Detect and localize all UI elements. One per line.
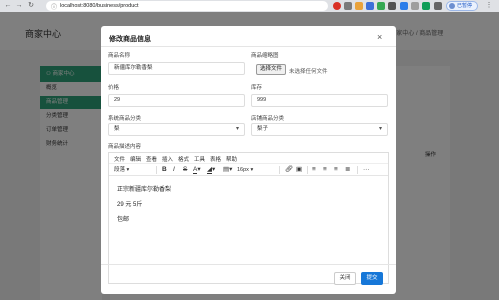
menu-help[interactable]: 帮助 <box>226 155 237 163</box>
stock-label: 库存 <box>251 85 263 91</box>
submit-button[interactable]: 提交 <box>361 272 383 285</box>
system-category-label: 系统商品分类 <box>108 116 142 122</box>
shop-category-label: 店铺商品分类 <box>251 116 285 122</box>
menu-insert[interactable]: 插入 <box>162 155 173 163</box>
toolbar-divider <box>279 166 280 174</box>
align-center-icon[interactable]: ≡ <box>323 166 327 174</box>
extension-icon[interactable] <box>400 2 408 10</box>
menu-file[interactable]: 文件 <box>114 155 125 163</box>
editor-line[interactable]: 正宗新疆库尔勒香梨 <box>117 184 171 193</box>
align-left-icon[interactable]: ≡ <box>312 166 316 174</box>
editor-toolbar: 段落 ▾ B I S A▾ ◢▾ ▤▾ 16px ▾ 🔗︎ ▣ ≡ ≡ ≡ ≣ … <box>109 163 388 176</box>
close-icon[interactable]: × <box>377 32 382 42</box>
profile-button[interactable]: 已暂停 <box>446 1 478 11</box>
browser-toolbar: ← → ↻ ⓘ localhost:8080/business/product … <box>0 0 499 12</box>
bold-icon[interactable]: B <box>162 166 167 174</box>
align-justify-icon[interactable]: ≣ <box>345 166 350 174</box>
forward-arrow-icon[interactable]: → <box>15 2 23 10</box>
divider <box>101 264 396 265</box>
editor-line[interactable]: 29 元 5斤 <box>117 199 142 208</box>
highlight-color-icon[interactable]: ◢▾ <box>207 166 215 174</box>
thumbnail-label: 商品缩略图 <box>251 53 279 59</box>
block-format-select[interactable]: 段落 ▾ <box>114 166 129 174</box>
info-icon: ⓘ <box>51 5 58 11</box>
thumbnail-file-input[interactable]: 选择文件 未选择任何文件 <box>256 64 386 75</box>
product-name-input[interactable]: 新疆库尔勒香梨 <box>108 62 245 75</box>
system-category-select[interactable]: 梨 <box>108 123 245 136</box>
menu-view[interactable]: 查看 <box>146 155 157 163</box>
menu-dots-icon[interactable]: ⋮ <box>485 2 493 10</box>
choose-file-button[interactable]: 选择文件 <box>256 64 287 75</box>
menu-format[interactable]: 格式 <box>178 155 189 163</box>
link-icon[interactable]: 🔗︎ <box>285 166 293 174</box>
extension-icon[interactable] <box>366 2 374 10</box>
edit-product-dialog: 修改商品信息 × 商品名称 新疆库尔勒香梨 商品缩略图 选择文件 未选择任何文件… <box>101 26 396 294</box>
close-button[interactable]: 关闭 <box>334 272 356 285</box>
reload-icon[interactable]: ↻ <box>27 2 35 10</box>
align-right-icon[interactable]: ≡ <box>334 166 338 174</box>
extension-icon[interactable] <box>355 2 363 10</box>
toolbar-divider <box>156 166 157 174</box>
toolbar-divider <box>357 166 358 174</box>
extension-icon[interactable] <box>411 2 419 10</box>
font-size-value: 16px <box>237 167 249 173</box>
extension-icon[interactable] <box>344 2 352 10</box>
file-status: 未选择任何文件 <box>289 69 328 75</box>
puzzle-icon[interactable] <box>434 2 442 10</box>
extension-icon[interactable] <box>422 2 430 10</box>
product-name-label: 商品名称 <box>108 53 131 59</box>
address-bar[interactable]: ⓘ localhost:8080/business/product <box>46 1 328 11</box>
back-arrow-icon[interactable]: ← <box>4 2 12 10</box>
menu-tools[interactable]: 工具 <box>194 155 205 163</box>
strikethrough-icon[interactable]: S <box>183 166 187 174</box>
toolbar-divider <box>307 166 308 174</box>
italic-icon[interactable]: I <box>173 166 175 174</box>
divider <box>101 46 396 47</box>
price-input[interactable]: 29 <box>108 94 245 107</box>
image-icon[interactable]: ▣ <box>296 166 302 174</box>
description-label: 商品描述内容 <box>108 144 142 150</box>
shop-category-select[interactable]: 梨子 <box>251 123 388 136</box>
font-size-select[interactable]: 16px ▾ <box>237 166 253 174</box>
editor-line[interactable]: 包邮 <box>117 214 129 223</box>
url-text: localhost:8080/business/product <box>60 3 139 9</box>
editor-menubar: 文件 编辑 查看 插入 格式 工具 表格 帮助 <box>109 153 388 163</box>
extension-icon[interactable] <box>388 2 396 10</box>
menu-table[interactable]: 表格 <box>210 155 221 163</box>
price-label: 价格 <box>108 85 120 91</box>
extension-icon[interactable] <box>333 2 341 10</box>
font-family-icon[interactable]: ▤▾ <box>223 166 232 174</box>
block-format-value: 段落 <box>114 167 126 173</box>
more-icon[interactable]: ··· <box>363 166 370 174</box>
stock-input[interactable]: 999 <box>251 94 388 107</box>
text-color-icon[interactable]: A▾ <box>193 166 201 174</box>
menu-edit[interactable]: 编辑 <box>130 155 141 163</box>
dialog-title: 修改商品信息 <box>109 36 151 43</box>
extension-icon[interactable] <box>377 2 385 10</box>
